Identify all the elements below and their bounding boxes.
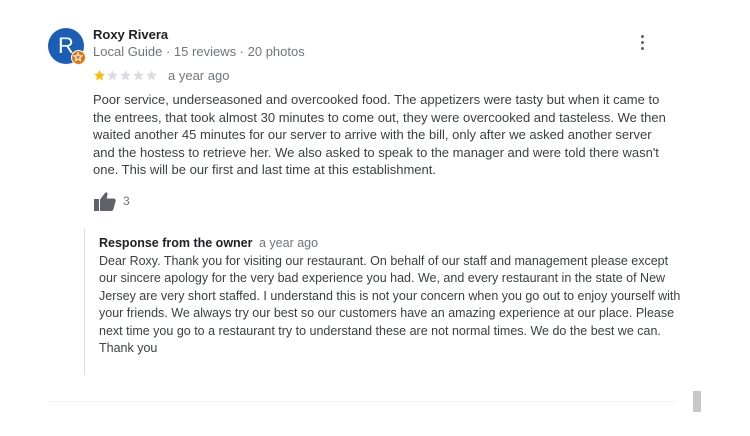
star-icon [94,69,105,80]
more-vert-icon-dot [641,41,644,44]
response-title: Response from the owner [99,236,253,250]
owner-response: Response from the owner a year ago Dear … [84,229,685,375]
rating-row: a year ago [93,67,229,83]
response-header: Response from the owner a year ago [99,236,318,250]
review-card: R Roxy Rivera Local Guide · 15 reviews ·… [0,0,750,436]
author-name[interactable]: Roxy Rivera [93,27,168,42]
more-vert-icon [641,35,644,38]
like-row: 3 [93,190,130,212]
scrollbar-thumb[interactable] [693,391,701,412]
response-date: a year ago [258,236,319,250]
response-text: Dear Roxy. Thank you for visiting our re… [99,254,681,356]
star-icon [146,69,157,80]
more-vert-icon-dot [641,47,644,50]
divider [48,401,676,402]
like-count: 3 [123,194,130,208]
author-meta: Local Guide · 15 reviews · 20 photos [93,44,305,59]
star-icon [107,69,118,80]
star-rating [93,69,158,82]
review-date: a year ago [168,67,230,83]
star-icon [133,69,144,80]
thumbs-up-icon[interactable] [93,190,117,212]
more-options-button[interactable] [636,32,650,52]
local-guide-badge-icon [71,50,86,65]
review-text: Poor service, underseasoned and overcook… [93,92,666,178]
star-icon [120,69,131,80]
